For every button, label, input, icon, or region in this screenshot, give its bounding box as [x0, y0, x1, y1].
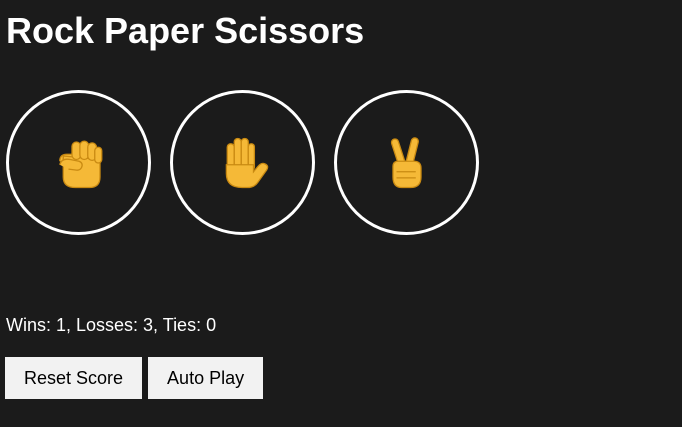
raised-hand-icon [225, 137, 268, 188]
scissors-button[interactable] [334, 90, 479, 235]
victory-hand-icon [390, 136, 422, 188]
controls: Reset Score Auto Play [5, 357, 264, 399]
move-buttons [6, 90, 479, 235]
page-title: Rock Paper Scissors [6, 10, 365, 51]
score-text: Wins: 1, Losses: 3, Ties: 0 [6, 315, 217, 335]
paper-button[interactable] [170, 90, 315, 235]
reset-score-button[interactable]: Reset Score [5, 357, 143, 399]
rock-button[interactable] [6, 90, 151, 235]
raised-fist-icon [58, 139, 102, 188]
auto-play-button[interactable]: Auto Play [148, 357, 264, 399]
